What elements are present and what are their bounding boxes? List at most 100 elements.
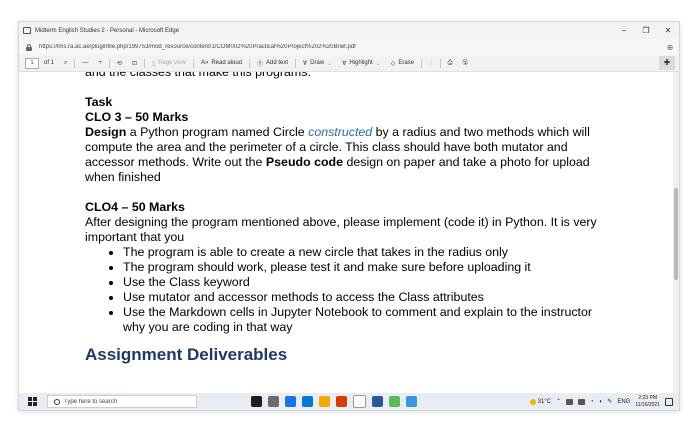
- highlight-icon: ∀: [342, 60, 347, 67]
- draw-button[interactable]: ∀ Draw ⌄: [298, 60, 337, 67]
- title-bar: Midterm English Studies 2 - Personal - M…: [19, 22, 679, 39]
- clo4-paragraph: After designing the program mentioned ab…: [85, 215, 597, 244]
- zoom-out-button[interactable]: —: [77, 60, 93, 66]
- address-bar[interactable]: https://lms.ra.ac.ae/pluginfile.php/1997…: [19, 39, 679, 55]
- highlight-dropdown-icon[interactable]: ⌄: [376, 60, 381, 67]
- add-text-button[interactable]: Ⓣ Add text: [252, 59, 293, 68]
- draw-dropdown-icon[interactable]: ⌄: [327, 60, 332, 67]
- scrollbar-thumb[interactable]: [674, 188, 678, 280]
- print-icon[interactable]: ⎙: [443, 60, 458, 67]
- pdf-viewer[interactable]: and the classes that make this programs.…: [19, 72, 679, 393]
- page-number-input[interactable]: 1: [25, 57, 39, 69]
- office-icon[interactable]: [336, 396, 347, 407]
- list-item: Use the Markdown cells in Jupyter Notebo…: [123, 305, 605, 335]
- clock-date: 11/16/2021: [635, 401, 660, 408]
- chevron-up-icon[interactable]: ⌃: [556, 398, 561, 405]
- window-title: Midterm English Studies 2 - Personal - M…: [35, 27, 180, 34]
- edge-icon[interactable]: [285, 396, 296, 407]
- pdf-toolbar: 1 of 1 ⌕ — + ⟲ ⊡ ▯ Page view A» Read aloud…: [19, 55, 679, 72]
- taskbar-search[interactable]: [47, 395, 197, 408]
- highlight-button[interactable]: ∀ Highlight ⌄: [337, 60, 386, 67]
- word-icon[interactable]: [372, 396, 383, 407]
- pen-icon[interactable]: ✎: [607, 398, 612, 405]
- system-tray: 31°C ⌃ ◔ ◖ ✎ ENG 2:23 PM 11/16/2021: [417, 395, 679, 409]
- pin-toolbar-icon[interactable]: ✚: [659, 56, 675, 70]
- requirements-list: The program is able to create a new circ…: [85, 245, 605, 335]
- close-button[interactable]: ✕: [657, 22, 679, 39]
- sun-icon: [529, 398, 536, 405]
- toolbar-divider: [108, 58, 110, 68]
- toolbar-divider: [249, 58, 251, 68]
- windows-start-icon[interactable]: [25, 395, 39, 409]
- restore-button[interactable]: ❐: [635, 22, 657, 39]
- task-view-icon[interactable]: [268, 396, 279, 407]
- erase-icon: ◇: [390, 60, 396, 67]
- draw-label: Draw: [310, 60, 325, 66]
- language-indicator[interactable]: ENG: [617, 399, 630, 405]
- read-aloud-label: Read aloud: [211, 60, 243, 66]
- tab-page-icon: [23, 27, 31, 34]
- page-view-button[interactable]: ▯ Page view: [147, 60, 191, 67]
- add-text-icon: Ⓣ: [257, 61, 264, 68]
- cortana-icon[interactable]: [251, 396, 262, 407]
- photos-icon[interactable]: [406, 396, 417, 407]
- list-item: The program is able to create a new circ…: [123, 245, 605, 260]
- taskbar: 31°C ⌃ ◔ ◖ ✎ ENG 2:23 PM 11/16/2021: [19, 393, 679, 410]
- taskbar-search-input[interactable]: [64, 398, 184, 405]
- zoom-in-button[interactable]: +: [93, 60, 107, 66]
- clo3-paragraph: Design a Python program named Circle con…: [85, 125, 605, 185]
- erase-button[interactable]: ◇ Erase: [386, 60, 419, 67]
- weather-widget[interactable]: 31°C: [529, 398, 552, 405]
- erase-label: Erase: [398, 60, 415, 66]
- pdf-page: and the classes that make this programs.…: [85, 72, 605, 365]
- notepad-icon[interactable]: [353, 395, 366, 408]
- temperature-text: 31°C: [537, 398, 552, 405]
- toolbar-divider: [192, 58, 194, 68]
- toolbar-divider: [421, 58, 423, 68]
- minimize-button[interactable]: –: [613, 22, 635, 39]
- pseudo-code-text: Pseudo code: [265, 155, 344, 169]
- read-aloud-icon: A»: [200, 60, 209, 66]
- clo4-heading: CLO4 – 50 Marks: [85, 200, 185, 214]
- toolbar-divider: [295, 58, 297, 68]
- clo3-text-a: a Python program named Circle: [126, 125, 309, 139]
- constructed-link[interactable]: constructed: [308, 125, 372, 139]
- clock[interactable]: 2:23 PM 11/16/2021: [635, 395, 660, 409]
- tray-app-icon[interactable]: [566, 398, 574, 405]
- search-icon[interactable]: ⌕: [59, 60, 72, 67]
- file-explorer-icon[interactable]: [319, 396, 330, 407]
- list-item: The program should work, please test it …: [123, 260, 605, 275]
- draw-icon: ∀: [303, 60, 308, 67]
- toolbar-divider: [143, 58, 145, 68]
- vertical-scrollbar[interactable]: [673, 72, 679, 393]
- save-icon[interactable]: 🖫: [457, 58, 472, 68]
- task-heading: Task: [85, 95, 113, 109]
- notification-icon[interactable]: [665, 397, 673, 406]
- volume-icon[interactable]: ◖: [599, 399, 603, 405]
- clo3-design-word: Design: [85, 125, 127, 139]
- add-text-label: Add text: [266, 60, 289, 66]
- store-icon[interactable]: [302, 396, 313, 407]
- deliverables-heading: Assignment Deliverables: [85, 345, 288, 364]
- read-aloud-button[interactable]: A» Read aloud: [196, 60, 247, 66]
- zoom-icon[interactable]: ⊕: [661, 43, 679, 52]
- browser-window: Midterm English Studies 2 - Personal - M…: [19, 22, 679, 410]
- clo3-heading: CLO 3 – 50 Marks: [85, 110, 189, 124]
- network-icon[interactable]: ◔: [590, 399, 594, 405]
- page-view-icon: ▯: [151, 60, 156, 67]
- toolbar-divider: [439, 58, 441, 68]
- lock-icon: [25, 43, 33, 51]
- address-url[interactable]: https://lms.ra.ac.ae/pluginfile.php/1997…: [39, 44, 661, 50]
- rotate-icon[interactable]: ⟲: [112, 60, 127, 67]
- touch-icon[interactable]: ☝: [424, 60, 438, 67]
- taskbar-apps: [251, 395, 417, 408]
- clock-time: 2:23 PM: [638, 394, 657, 401]
- chrome-icon[interactable]: [389, 396, 400, 407]
- intro-text: and the classes that make this programs.: [85, 72, 311, 79]
- fit-page-icon[interactable]: ⊡: [127, 60, 142, 67]
- page-view-label: Page view: [158, 60, 186, 66]
- list-item: Use mutator and accessor methods to acce…: [123, 290, 605, 305]
- battery-icon[interactable]: [578, 398, 586, 405]
- page-total: of 1: [44, 60, 55, 66]
- toolbar-divider: [74, 58, 76, 68]
